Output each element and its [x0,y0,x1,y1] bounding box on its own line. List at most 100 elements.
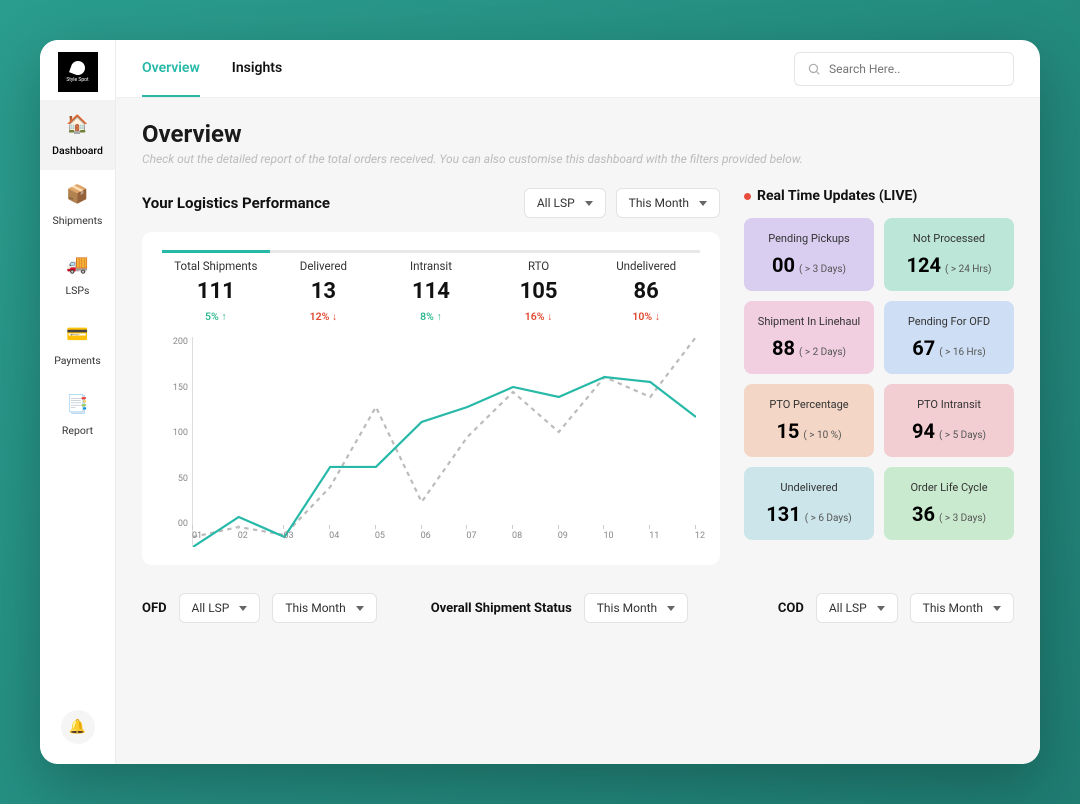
notifications-button[interactable]: 🔔 [61,710,95,744]
search-box[interactable] [794,52,1014,86]
metric-value: 111 [162,279,270,304]
box-icon: 📦 [40,184,115,205]
sidebar-item-report[interactable]: 📑 Report [40,380,115,450]
tile-label: Order Life Cycle [894,481,1004,494]
metric-intransit[interactable]: Intransit 114 8% ↑ [377,250,485,323]
chevron-down-icon [993,606,1001,611]
sidebar-item-label: Dashboard [52,144,103,157]
tile-label: Not Processed [894,232,1004,245]
page-subtitle: Check out the detailed report of the tot… [142,152,1014,166]
tile-value: 36 [912,502,935,526]
metric-total-shipments[interactable]: Total Shipments 111 5% ↑ [162,250,270,323]
lsp-select[interactable]: All LSP [524,188,606,218]
tile-note: ( > 24 Hrs) [945,264,992,275]
metric-delivered[interactable]: Delivered 13 12% ↓ [270,250,378,323]
tile-pto-intransit[interactable]: PTO Intransit 94 ( > 5 Days) [884,384,1014,457]
chevron-down-icon [667,606,675,611]
sidebar-item-label: Shipments [53,214,103,227]
metric-label: RTO [485,259,593,273]
tile-value: 94 [912,419,935,443]
tile-label: PTO Percentage [754,398,864,411]
tile-value: 88 [772,336,795,360]
overall-period-select[interactable]: This Month [584,593,688,623]
tab-insights[interactable]: Insights [232,40,282,97]
tile-order-life-cycle[interactable]: Order Life Cycle 36 ( > 3 Days) [884,467,1014,540]
sidebar: Style Spot 🏠 Dashboard 📦 Shipments 🚚 LSP… [40,40,116,764]
tile-value: 131 [766,502,800,526]
sidebar-item-label: Payments [54,354,101,367]
cod-period-select[interactable]: This Month [910,593,1014,623]
tile-pending-pickups[interactable]: Pending Pickups 00 ( > 3 Days) [744,218,874,291]
overall-label: Overall Shipment Status [431,601,572,616]
logo: Style Spot [58,52,98,92]
metric-label: Total Shipments [162,259,270,273]
live-title: Real Time Updates (LIVE) [744,188,1014,204]
chevron-down-icon [585,201,593,206]
tile-undelivered[interactable]: Undelivered 131 ( > 6 Days) [744,467,874,540]
sidebar-item-payments[interactable]: 💳 Payments [40,310,115,380]
sidebar-item-label: Report [62,424,93,437]
chevron-down-icon [356,606,364,611]
metric-delta: 5% ↑ [162,310,270,323]
ofd-lsp-select[interactable]: All LSP [179,593,261,623]
card-icon: 💳 [40,324,115,345]
tile-note: ( > 3 Days) [799,264,846,275]
tile-note: ( > 5 Days) [939,430,986,441]
metric-rto[interactable]: RTO 105 16% ↓ [485,250,593,323]
metric-value: 13 [270,279,378,304]
sidebar-item-label: LSPs [66,284,90,297]
metric-delta: 10% ↓ [592,310,700,323]
tile-note: ( > 10 %) [803,430,841,441]
chevron-down-icon [239,606,247,611]
report-icon: 📑 [40,394,115,415]
cod-label: COD [778,601,804,616]
tile-note: ( > 2 Days) [799,347,846,358]
metric-label: Undelivered [592,259,700,273]
tile-note: ( > 6 Days) [805,513,852,524]
cod-lsp-select[interactable]: All LSP [816,593,898,623]
tile-pto-percentage[interactable]: PTO Percentage 15 ( > 10 %) [744,384,874,457]
truck-icon: 🚚 [40,254,115,275]
chevron-down-icon [877,606,885,611]
tile-label: Pending Pickups [754,232,864,245]
metric-label: Intransit [377,259,485,273]
metric-value: 105 [485,279,593,304]
tile-pending-for-ofd[interactable]: Pending For OFD67( > 16 Hrs) [884,301,1014,374]
metric-undelivered[interactable]: Undelivered 86 10% ↓ [592,250,700,323]
metric-value: 86 [592,279,700,304]
bell-icon: 🔔 [69,719,86,735]
chevron-down-icon [699,201,707,206]
search-icon [807,62,821,76]
tile-label: Undelivered [754,481,864,494]
topbar: Overview Insights [116,40,1040,98]
perf-card: Total Shipments1115% ↑Delivered1312% ↓In… [142,232,720,565]
sidebar-item-lsps[interactable]: 🚚 LSPs [40,240,115,310]
perf-title: Your Logistics Performance [142,194,330,212]
tile-value: 15 [776,419,799,443]
tile-note: ( > 3 Days) [939,513,986,524]
tab-overview[interactable]: Overview [142,40,200,97]
perf-chart: 2001501005000 010203040506070809101112 [162,337,700,547]
tile-label: PTO Intransit [894,398,1004,411]
tile-not-processed[interactable]: Not Processed 124 ( > 24 Hrs) [884,218,1014,291]
tile-value: 124 [907,253,941,277]
ofd-period-select[interactable]: This Month [272,593,376,623]
sidebar-item-shipments[interactable]: 📦 Shipments [40,170,115,240]
search-input[interactable] [829,62,1001,76]
ofd-label: OFD [142,601,167,616]
page-title: Overview [142,120,1014,148]
metric-delta: 8% ↑ [377,310,485,323]
tile-label: Shipment In Linehaul [754,315,864,328]
tile-shipment-in-linehaul[interactable]: Shipment In Linehaul 88 ( > 2 Days) [744,301,874,374]
tile-value: 00 [772,253,795,277]
sidebar-item-dashboard[interactable]: 🏠 Dashboard [40,100,115,170]
metric-label: Delivered [270,259,378,273]
metric-delta: 16% ↓ [485,310,593,323]
metric-delta: 12% ↓ [270,310,378,323]
live-dot-icon [744,193,751,200]
tile-value: 67 [912,336,935,360]
home-icon: 🏠 [40,114,115,135]
metric-value: 114 [377,279,485,304]
period-select[interactable]: This Month [616,188,720,218]
tile-label: Pending For OFD [894,315,1004,328]
